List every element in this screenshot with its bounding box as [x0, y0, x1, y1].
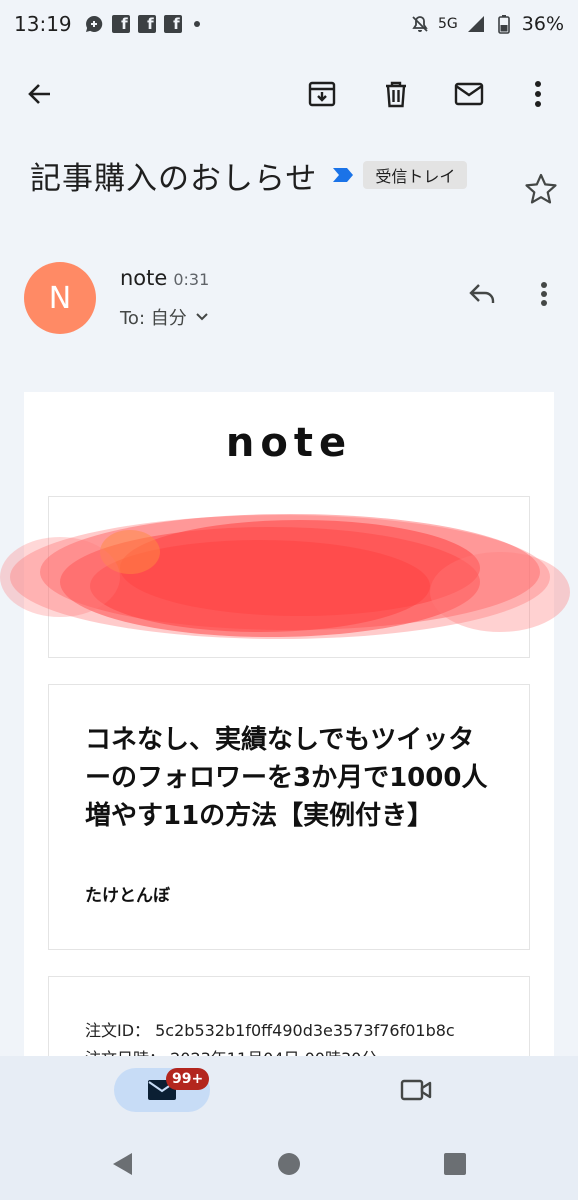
article-title[interactable]: コネなし、実績なしでもツイッターのフォロワーを3か月で1000人増やす11の方法… [85, 721, 497, 835]
network-type: 5G [438, 16, 458, 32]
more-vertical-icon [541, 282, 547, 306]
status-bar: 13:19 f f f 5G 36% [0, 0, 578, 48]
signal-icon [466, 14, 486, 34]
mark-unread-button[interactable] [445, 66, 493, 122]
envelope-icon [454, 82, 484, 106]
system-recents-button[interactable] [437, 1148, 473, 1180]
subject-row: 記事購入のおしらせ 受信トレイ [30, 150, 550, 200]
archive-icon [308, 81, 336, 107]
battery-level: 36% [521, 13, 564, 35]
facebook-icon: f [163, 15, 182, 33]
sender-line: note 0:31 [120, 266, 209, 290]
chat-notification-icon [84, 14, 104, 34]
received-time: 0:31 [173, 270, 210, 289]
more-vertical-icon [535, 81, 541, 107]
delete-button[interactable] [372, 66, 420, 122]
chevron-down-icon [196, 313, 208, 321]
email-body: note コネなし、実績なしでもツイッターのフォロワーを3か月で1000人増やす… [24, 392, 554, 1072]
more-notifications-dot [193, 21, 200, 27]
triangle-back-icon [113, 1153, 132, 1175]
circle-home-icon [278, 1153, 300, 1175]
recipient-text: To: 自分 [120, 308, 187, 329]
recipient-details-toggle[interactable]: To: 自分 [120, 304, 209, 330]
article-author: たけとんぼ [85, 886, 170, 906]
system-home-button[interactable] [271, 1148, 307, 1180]
arrow-left-icon [28, 84, 50, 104]
importance-marker-icon[interactable] [331, 163, 355, 187]
video-camera-icon [400, 1079, 432, 1101]
archive-button[interactable] [298, 66, 346, 122]
email-subject: 記事購入のおしらせ [30, 160, 318, 197]
system-navigation [0, 1128, 578, 1200]
reply-icon [469, 284, 495, 303]
toolbar [0, 66, 578, 122]
square-recents-icon [444, 1153, 466, 1175]
order-id: 注文ID： 5c2b532b1f0ff490d3e3573f76f01b8c [85, 1021, 455, 1040]
battery-icon [494, 14, 514, 34]
reply-button[interactable] [460, 272, 504, 316]
message-more-button[interactable] [522, 272, 566, 316]
status-time: 13:19 [14, 12, 72, 36]
back-button[interactable] [16, 66, 64, 122]
sender-name: note [120, 266, 168, 290]
more-options-button[interactable] [514, 66, 562, 122]
facebook-icon: f [137, 15, 156, 33]
facebook-icon: f [111, 15, 130, 33]
mute-icon [410, 14, 430, 34]
bottom-navigation: 99+ [0, 1056, 578, 1128]
article-card[interactable]: コネなし、実績なしでもツイッターのフォロワーを3か月で1000人増やす11の方法… [48, 684, 530, 950]
system-back-button[interactable] [104, 1148, 140, 1180]
unread-count-badge: 99+ [166, 1068, 210, 1090]
trash-icon [386, 81, 406, 108]
note-logo: note [225, 420, 353, 466]
star-icon[interactable] [524, 172, 558, 206]
redacted-box [48, 496, 530, 658]
inbox-label-chip[interactable]: 受信トレイ [363, 161, 468, 189]
meet-tab[interactable] [392, 1068, 440, 1112]
sender-avatar[interactable]: N [24, 262, 96, 334]
